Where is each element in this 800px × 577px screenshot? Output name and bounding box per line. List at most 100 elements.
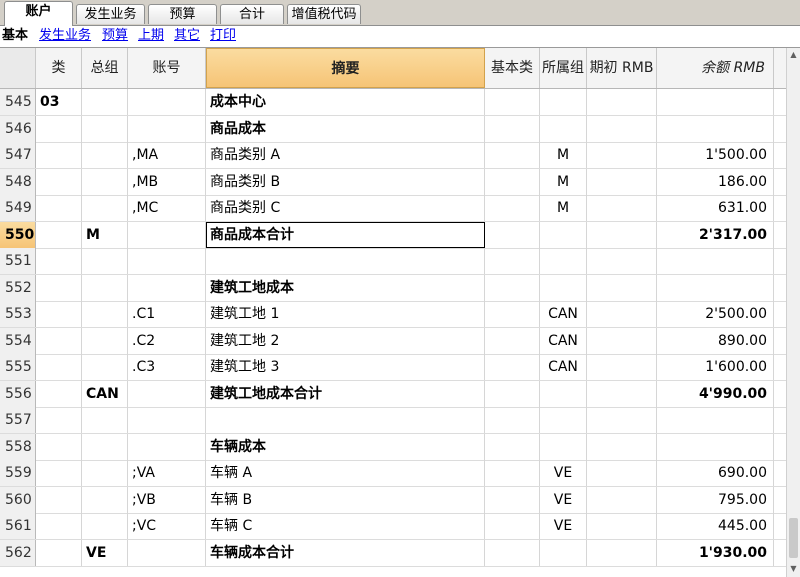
- cell-opening[interactable]: [587, 221, 657, 248]
- cell-base-class[interactable]: [485, 354, 540, 380]
- cell-balance[interactable]: 186.00: [657, 168, 774, 195]
- cell-account[interactable]: [128, 221, 206, 248]
- view-link-other[interactable]: 其它: [174, 26, 200, 46]
- tab-budget[interactable]: 预算: [148, 4, 217, 24]
- cell-belongs-group[interactable]: M: [540, 168, 587, 195]
- cell-account[interactable]: ;VB: [128, 486, 206, 513]
- cell-base-class[interactable]: [485, 274, 540, 301]
- cell-class[interactable]: [36, 327, 82, 354]
- cell-opening[interactable]: [587, 433, 657, 460]
- cell-opening[interactable]: [587, 168, 657, 195]
- cell-account[interactable]: .C2: [128, 327, 206, 354]
- cell-account[interactable]: ,MA: [128, 142, 206, 168]
- cell-belongs-group[interactable]: [540, 221, 587, 248]
- cell-base-class[interactable]: [485, 539, 540, 566]
- cell-base-class[interactable]: [485, 460, 540, 486]
- cell-balance[interactable]: [657, 274, 774, 301]
- header-class[interactable]: 类: [36, 48, 82, 88]
- cell-base-class[interactable]: [485, 221, 540, 248]
- header-belongs-group[interactable]: 所属组: [540, 48, 587, 88]
- cell-opening[interactable]: [587, 115, 657, 142]
- cell-base-class[interactable]: [485, 380, 540, 407]
- cell-opening[interactable]: [587, 539, 657, 566]
- cell-group[interactable]: [82, 195, 128, 221]
- cell-account[interactable]: ;VC: [128, 513, 206, 539]
- cell-description[interactable]: 商品成本合计: [206, 221, 485, 248]
- row-number[interactable]: 554: [0, 327, 36, 354]
- cell-balance[interactable]: [657, 248, 774, 274]
- cell-opening[interactable]: [587, 486, 657, 513]
- cell-belongs-group[interactable]: [540, 539, 587, 566]
- cell-account[interactable]: ,MB: [128, 168, 206, 195]
- cell-description[interactable]: 商品类别 A: [206, 142, 485, 168]
- cell-group[interactable]: [82, 354, 128, 380]
- cell-group[interactable]: [82, 513, 128, 539]
- row-number[interactable]: 546: [0, 115, 36, 142]
- cell-description[interactable]: 车辆 B: [206, 486, 485, 513]
- cell-opening[interactable]: [587, 142, 657, 168]
- header-base-class[interactable]: 基本类: [485, 48, 540, 88]
- vertical-scrollbar[interactable]: ▲ ▼: [786, 48, 800, 577]
- cell-balance[interactable]: 631.00: [657, 195, 774, 221]
- cell-opening[interactable]: [587, 89, 657, 115]
- table-row[interactable]: 548 ,MB 商品类别 B M 186.00: [0, 168, 786, 196]
- cell-group[interactable]: CAN: [82, 380, 128, 407]
- cell-account[interactable]: [128, 248, 206, 274]
- cell-group[interactable]: VE: [82, 539, 128, 566]
- cell-base-class[interactable]: [485, 486, 540, 513]
- cell-description[interactable]: 建筑工地 1: [206, 301, 485, 327]
- cell-balance[interactable]: [657, 115, 774, 142]
- cell-class[interactable]: [36, 407, 82, 433]
- cell-base-class[interactable]: [485, 513, 540, 539]
- cell-account[interactable]: [128, 380, 206, 407]
- cell-opening[interactable]: [587, 354, 657, 380]
- cell-belongs-group[interactable]: CAN: [540, 354, 587, 380]
- cell-description[interactable]: 车辆 C: [206, 513, 485, 539]
- cell-group[interactable]: [82, 327, 128, 354]
- row-number[interactable]: 557: [0, 407, 36, 433]
- cell-balance[interactable]: 795.00: [657, 486, 774, 513]
- cell-base-class[interactable]: [485, 407, 540, 433]
- row-number[interactable]: 555: [0, 354, 36, 380]
- cell-account[interactable]: [128, 89, 206, 115]
- cell-balance[interactable]: 4'990.00: [657, 380, 774, 407]
- cell-belongs-group[interactable]: M: [540, 142, 587, 168]
- header-balance-rmb[interactable]: 余额 RMB: [657, 48, 774, 88]
- cell-base-class[interactable]: [485, 248, 540, 274]
- cell-account[interactable]: ;VA: [128, 460, 206, 486]
- view-link-previous-year[interactable]: 上期: [138, 26, 164, 46]
- row-number[interactable]: 552: [0, 274, 36, 301]
- cell-belongs-group[interactable]: [540, 380, 587, 407]
- scrollbar-thumb[interactable]: [789, 518, 798, 558]
- table-row[interactable]: 552 建筑工地成本: [0, 274, 786, 302]
- cell-class[interactable]: [36, 274, 82, 301]
- scroll-up-arrow-icon[interactable]: ▲: [787, 48, 800, 62]
- header-corner[interactable]: [0, 48, 36, 88]
- table-row[interactable]: 557: [0, 407, 786, 434]
- row-number[interactable]: 561: [0, 513, 36, 539]
- cell-class[interactable]: [36, 380, 82, 407]
- row-number[interactable]: 560: [0, 486, 36, 513]
- cell-opening[interactable]: [587, 407, 657, 433]
- cell-account[interactable]: [128, 539, 206, 566]
- cell-description[interactable]: 商品类别 B: [206, 168, 485, 195]
- header-account[interactable]: 账号: [128, 48, 206, 88]
- view-link-print[interactable]: 打印: [210, 26, 236, 46]
- table-row[interactable]: 561 ;VC 车辆 C VE 445.00: [0, 513, 786, 540]
- cell-account[interactable]: [128, 433, 206, 460]
- cell-group[interactable]: [82, 407, 128, 433]
- tab-transactions[interactable]: 发生业务: [76, 4, 145, 24]
- cell-class[interactable]: [36, 142, 82, 168]
- cell-base-class[interactable]: [485, 142, 540, 168]
- tab-totals[interactable]: 合计: [220, 4, 284, 24]
- cell-belongs-group[interactable]: VE: [540, 460, 587, 486]
- cell-balance[interactable]: 890.00: [657, 327, 774, 354]
- cell-class[interactable]: [36, 460, 82, 486]
- cell-description[interactable]: [206, 248, 485, 274]
- cell-account[interactable]: [128, 407, 206, 433]
- cell-description[interactable]: 商品类别 C: [206, 195, 485, 221]
- tab-accounts[interactable]: 账户: [4, 1, 73, 26]
- cell-belongs-group[interactable]: [540, 433, 587, 460]
- cell-class[interactable]: [36, 513, 82, 539]
- cell-class[interactable]: [36, 301, 82, 327]
